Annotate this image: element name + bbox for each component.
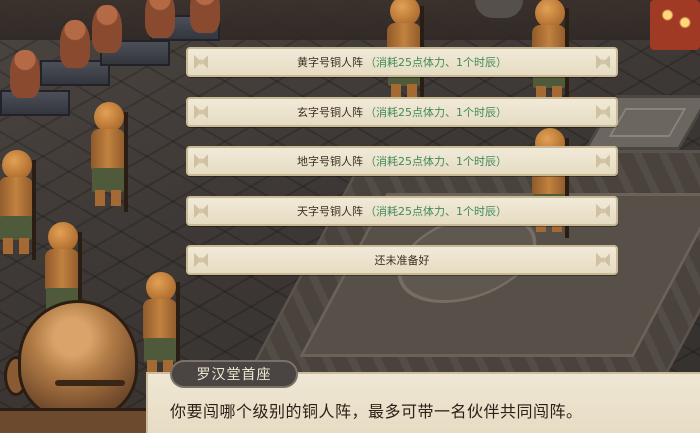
speaker-nameplate: 罗汉堂首座 <box>170 360 298 388</box>
option-label: 玄字号铜人阵 <box>297 106 363 119</box>
option-label: 还未准备好 <box>374 254 430 267</box>
arhat-statue <box>92 5 122 53</box>
candle-altar <box>650 0 700 50</box>
arhat-statue <box>145 0 175 38</box>
option-label: 天字号铜人阵 <box>297 205 363 218</box>
option-cost: （消耗25点体力、1个时辰） <box>365 155 507 168</box>
dialogue-text: 你要闯哪个级别的铜人阵，最多可带一名伙伴共同闯阵。 <box>170 402 583 421</box>
speaker-portrait <box>0 290 170 433</box>
option-tian-formation[interactable]: 天字号铜人阵 （消耗25点体力、1个时辰） <box>186 196 618 226</box>
option-label: 黄字号铜人阵 <box>297 56 363 69</box>
floor-mosaic <box>233 150 700 400</box>
option-label: 地字号铜人阵 <box>297 155 363 168</box>
option-not-ready[interactable]: 还未准备好 <box>186 245 618 275</box>
option-di-formation[interactable]: 地字号铜人阵 （消耗25点体力、1个时辰） <box>186 146 618 176</box>
arhat-statue <box>190 0 220 33</box>
option-huang-formation[interactable]: 黄字号铜人阵 （消耗25点体力、1个时辰） <box>186 47 618 77</box>
option-xuan-formation[interactable]: 玄字号铜人阵 （消耗25点体力、1个时辰） <box>186 97 618 127</box>
option-cost: （消耗25点体力、1个时辰） <box>365 56 507 69</box>
bronze-monk <box>0 150 38 260</box>
speaker-name: 罗汉堂首座 <box>196 367 272 383</box>
arhat-statue <box>60 20 90 68</box>
arhat-statue <box>10 50 40 98</box>
option-cost: （消耗25点体力、1个时辰） <box>365 205 507 218</box>
option-cost: （消耗25点体力、1个时辰） <box>365 106 507 119</box>
bronze-monk <box>86 102 130 212</box>
